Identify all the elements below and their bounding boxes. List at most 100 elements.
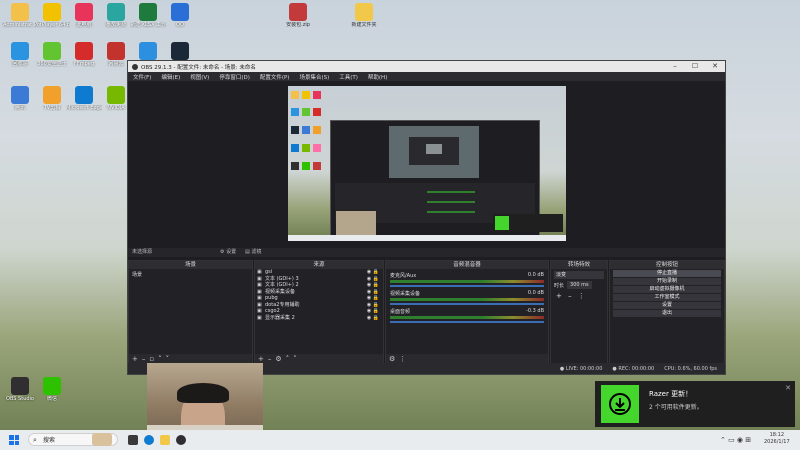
studio-mode-button[interactable]: 工作室模式 — [613, 294, 721, 301]
app-icon — [171, 3, 189, 21]
scene-filter-icon[interactable]: ▫ — [149, 355, 154, 363]
audio-mixer-panel: 音频混音器 麦克风/Aux 0.0 dB 视频采集设备 0.0 dB 桌面音频 -0.3 … — [385, 260, 549, 364]
source-settings-icon[interactable]: ⚙ — [275, 355, 281, 363]
desktop-icon[interactable]: FFmpeg — [66, 42, 102, 67]
menu-profile[interactable]: 配置文件(P) — [255, 73, 295, 81]
mixer-settings-icon[interactable]: ⚙ — [389, 355, 395, 363]
desktop-icon-label: 番茄免费 — [105, 22, 126, 28]
desktop-icon[interactable]: PotPlayer 64 bit — [34, 3, 70, 28]
scenes-footer: + – ▫ ˄ ˅ — [129, 354, 252, 363]
start-virtual-camera-button[interactable]: 启动虚拟摄像机 — [613, 286, 721, 293]
obs-taskbar-icon[interactable] — [176, 435, 186, 445]
zip-file-icon — [289, 3, 307, 21]
source-item[interactable]: ▣ 显示器采集 2 ◉ 🔒 — [255, 315, 383, 322]
app-icon — [43, 42, 61, 60]
tray-icons[interactable]: ⌃ ▭ ◉ ⊞ — [720, 436, 751, 444]
desktop-icon[interactable]: 番茄免费 — [98, 3, 134, 28]
maximize-button[interactable]: ☐ — [685, 61, 705, 72]
obs-titlebar[interactable]: OBS 29.1.3 - 配置文件: 未命名 - 场景: 未命名 – ☐ ✕ — [128, 61, 725, 72]
volume-slider[interactable] — [390, 285, 544, 287]
volume-slider[interactable] — [390, 303, 544, 305]
transitions-header: 转场特效 — [551, 261, 607, 269]
menu-tools[interactable]: 工具(T) — [334, 73, 363, 81]
exit-button[interactable]: 退出 — [613, 310, 721, 317]
desktop-icon[interactable]: TV剪辑 — [34, 86, 70, 111]
app-icon — [11, 86, 29, 104]
source-label: csgo2 — [265, 308, 280, 314]
desktop-icon[interactable]: Administrat... — [2, 3, 38, 28]
desktop-icon-label: FFmpeg — [73, 61, 95, 67]
remove-source-button[interactable]: – — [268, 355, 272, 363]
stop-streaming-button[interactable]: 停止直播 — [613, 270, 721, 277]
add-scene-button[interactable]: + — [132, 355, 138, 363]
menu-file[interactable]: 文件(F) — [128, 73, 156, 81]
menu-docks[interactable]: 停靠窗口(D) — [214, 73, 255, 81]
desktop-icon[interactable]: QQ — [162, 3, 198, 28]
app-icon — [11, 377, 29, 395]
app-icon — [11, 3, 29, 21]
move-up-icon[interactable]: ˄ — [286, 355, 290, 363]
channel-name: 视频采集设备 — [390, 291, 421, 297]
menu-scene-collection[interactable]: 场景集合(S) — [294, 73, 334, 81]
mixer-footer: ⚙ ⋮ — [386, 354, 548, 363]
preview-canvas[interactable] — [288, 86, 566, 241]
move-down-icon[interactable]: ˅ — [166, 355, 170, 363]
rec-indicator: ● REC: 00:00:00 — [612, 365, 655, 372]
remove-scene-button[interactable]: – — [142, 355, 146, 363]
move-down-icon[interactable]: ˅ — [293, 355, 297, 363]
explorer-taskbar-icon[interactable] — [160, 435, 170, 445]
channel-name: 麦克风/Aux — [390, 273, 417, 279]
edge-taskbar-icon[interactable] — [144, 435, 154, 445]
desktop-icon[interactable]: Microsoft Edge — [66, 86, 102, 111]
duration-row: 时长 300 ms — [554, 281, 604, 289]
desktop-icon[interactable]: 微信 — [34, 377, 70, 402]
scenes-panel: 场景 场景 + – ▫ ˄ ˅ — [128, 260, 253, 364]
task-view-icon[interactable] — [128, 435, 138, 445]
duration-input[interactable]: 300 ms — [567, 281, 592, 289]
menubar: 文件(F) 编辑(E) 视图(V) 停靠窗口(D) 配置文件(P) 场景集合(S… — [128, 72, 725, 81]
windows-start-icon[interactable] — [9, 435, 19, 445]
minimize-button[interactable]: – — [665, 61, 685, 72]
move-up-icon[interactable]: ˄ — [158, 355, 162, 363]
desktop-folder[interactable]: 新建文件夹 — [346, 3, 382, 28]
desktop-icon[interactable]: OBS Studio — [2, 377, 38, 402]
start-recording-button[interactable]: 开始录制 — [613, 278, 721, 285]
remove-transition-button[interactable]: – — [568, 292, 572, 300]
razer-notification[interactable]: Razer 更新！ 2 个可用软件更新。 ✕ — [595, 381, 795, 427]
desktop-icon[interactable]: 此电脑 — [66, 3, 102, 28]
app-icon — [107, 3, 125, 21]
menu-view[interactable]: 视图(V) — [185, 73, 214, 81]
visibility-lock-icon[interactable]: ◉ 🔒 — [367, 315, 379, 322]
transition-select[interactable]: 淡变 — [554, 271, 604, 279]
desktop-icon[interactable]: 360安全卫士 — [34, 42, 70, 67]
taskbar: ⌃ ▭ ◉ ⊞ 18:12 2026/1/17 — [0, 430, 800, 450]
desktop-icon[interactable]: 腾讯 — [2, 86, 38, 111]
properties-button[interactable]: ⚙ 设置 — [220, 248, 236, 257]
mixer-menu-icon[interactable]: ⋮ — [399, 355, 406, 363]
close-icon[interactable]: ✕ — [785, 384, 791, 392]
source-toolbar: 未选择源 ⚙ 设置 ▤ 滤镜 — [128, 248, 725, 257]
search-highlight-icon — [92, 433, 112, 446]
desktop-icon[interactable]: 新建 XLSX 工作表.xlsx — [130, 3, 166, 28]
add-transition-button[interactable]: + — [556, 292, 562, 300]
mixer-list: 麦克风/Aux 0.0 dB 视频采集设备 0.0 dB 桌面音频 -0.3 dB — [386, 272, 548, 323]
transition-menu-icon[interactable]: ⋮ — [578, 292, 585, 300]
obs-window[interactable]: OBS 29.1.3 - 配置文件: 未命名 - 场景: 未命名 – ☐ ✕ 文… — [127, 60, 726, 375]
settings-button[interactable]: 设置 — [613, 302, 721, 309]
desktop-icon-label: Administrat... — [3, 22, 37, 28]
menu-help[interactable]: 帮助(H) — [363, 73, 392, 81]
download-icon — [601, 385, 639, 423]
search-placeholder: 搜索 — [43, 437, 56, 444]
filters-button[interactable]: ▤ 滤镜 — [245, 248, 261, 257]
volume-slider[interactable] — [390, 321, 544, 323]
volume-meter — [390, 280, 544, 283]
desktop-file-zip[interactable]: 安装包.zip — [280, 3, 316, 28]
add-source-button[interactable]: + — [258, 355, 264, 363]
desktop-icon[interactable]: 回收站 — [2, 42, 38, 67]
menu-edit[interactable]: 编辑(E) — [156, 73, 185, 81]
desktop-icon-label: QQ — [176, 22, 184, 28]
scene-item[interactable]: 场景 — [129, 269, 252, 280]
close-button[interactable]: ✕ — [705, 61, 725, 72]
clock[interactable]: 18:12 2026/1/17 — [764, 432, 790, 446]
preview-desktop-icons — [288, 86, 333, 241]
